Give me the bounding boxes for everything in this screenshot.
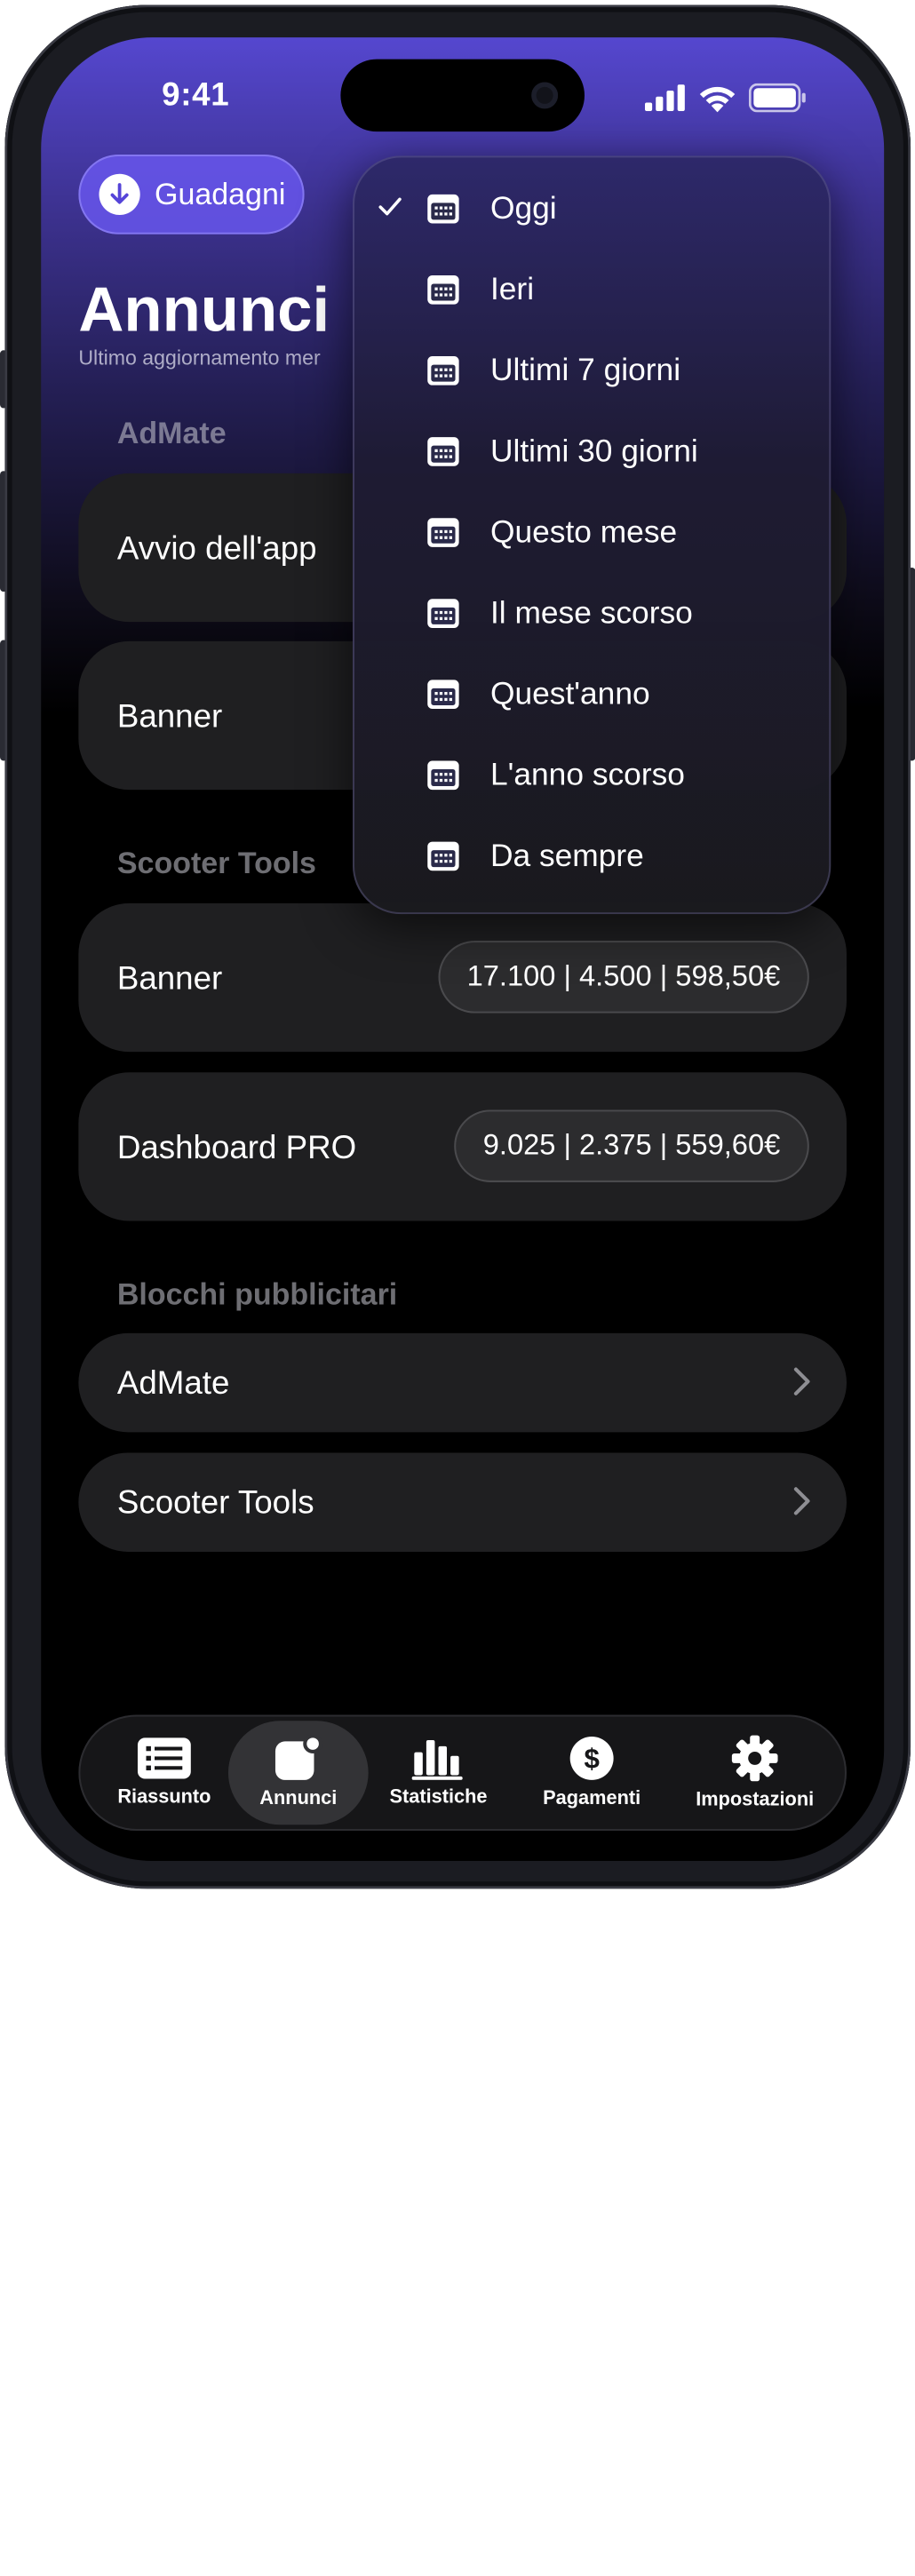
download-circle-icon <box>99 173 140 215</box>
ad-card-label: Banner <box>116 959 223 997</box>
date-range-menu: Oggi Ieri Ultimi 7 giorni Ultimi 30 gior… <box>352 155 831 915</box>
tab-label: Statistiche <box>389 1787 488 1809</box>
app-screen: 9:41 Guadagni Annunci Ultimo aggiornamen… <box>41 37 885 1861</box>
section-title-admate: AdMate <box>116 417 227 451</box>
menu-item-label: Ultimi 30 giorni <box>489 432 698 469</box>
tab-impostazioni[interactable]: Impostazioni <box>675 1714 834 1831</box>
gear-icon <box>731 1735 778 1782</box>
section-title-ad-blocks: Blocchi pubblicitari <box>116 1277 398 1312</box>
page-title: Annunci <box>78 274 330 346</box>
ad-card-label: Dashboard PRO <box>116 1129 357 1165</box>
calendar-icon <box>427 194 459 224</box>
menu-item-last-7-days[interactable]: Ultimi 7 giorni <box>353 331 831 412</box>
calendar-icon <box>427 437 459 466</box>
calendar-icon <box>427 356 459 386</box>
list-icon <box>137 1737 191 1779</box>
menu-item-this-year[interactable]: Quest'anno <box>353 655 831 735</box>
wifi-icon <box>699 86 736 112</box>
svg-text:$: $ <box>584 1743 599 1774</box>
menu-item-all-time[interactable]: Da sempre <box>353 816 831 897</box>
calendar-icon <box>427 599 459 628</box>
menu-item-last-year[interactable]: L'anno scorso <box>353 735 831 816</box>
ad-card-dashboard-pro[interactable]: Dashboard PRO 9.025 | 2.375 | 559,60€ <box>78 1072 847 1221</box>
ad-card-label: Avvio dell'app <box>116 529 317 567</box>
checkmark-icon <box>378 197 402 216</box>
chevron-right-icon <box>793 1367 810 1395</box>
ad-block-row-admate[interactable]: AdMate <box>78 1332 847 1433</box>
ad-block-label: Scooter Tools <box>116 1483 314 1521</box>
menu-item-label: Il mese scorso <box>489 593 693 631</box>
menu-item-label: Ultimi 7 giorni <box>489 351 681 388</box>
tab-label: Riassunto <box>117 1787 211 1809</box>
calendar-icon <box>427 760 459 791</box>
ads-icon <box>274 1735 322 1780</box>
status-time: 9:41 <box>162 76 230 113</box>
status-icons <box>644 83 807 113</box>
calendar-icon <box>427 274 459 305</box>
tab-pagamenti[interactable]: $ Pagamenti <box>520 1714 664 1831</box>
calendar-icon <box>427 518 459 547</box>
tab-label: Annunci <box>259 1788 338 1809</box>
tab-label: Impostazioni <box>696 1789 815 1810</box>
tab-statistiche[interactable]: Statistiche <box>372 1714 505 1831</box>
menu-item-last-30-days[interactable]: Ultimi 30 giorni <box>353 412 831 493</box>
stats-chip: 9.025 | 2.375 | 559,60€ <box>454 1109 809 1182</box>
menu-item-today[interactable]: Oggi <box>353 169 831 250</box>
ad-block-row-scooter-tools[interactable]: Scooter Tools <box>78 1452 847 1552</box>
menu-item-label: Questo mese <box>489 513 678 550</box>
bar-chart-icon <box>411 1740 463 1780</box>
tab-label: Pagamenti <box>543 1788 641 1809</box>
menu-item-label: Quest'anno <box>489 674 650 712</box>
calendar-icon <box>427 680 459 710</box>
camera-icon <box>531 82 559 109</box>
menu-item-label: Ieri <box>489 270 535 307</box>
signal-icon <box>644 84 685 112</box>
ad-block-label: AdMate <box>116 1364 230 1402</box>
ad-card-banner-scooter[interactable]: Banner 17.100 | 4.500 | 598,50€ <box>78 902 847 1053</box>
menu-item-yesterday[interactable]: Ieri <box>353 250 831 330</box>
chevron-right-icon <box>793 1487 810 1515</box>
earnings-button[interactable]: Guadagni <box>78 155 306 235</box>
phone-frame: 9:41 Guadagni Annunci Ultimo aggiornamen… <box>4 4 911 1889</box>
menu-item-label: Oggi <box>489 189 557 227</box>
menu-item-this-month[interactable]: Questo mese <box>353 493 831 574</box>
calendar-icon <box>427 841 459 871</box>
menu-item-label: L'anno scorso <box>489 756 685 792</box>
menu-item-label: Da sempre <box>489 837 644 873</box>
section-title-scooter-tools: Scooter Tools <box>116 847 316 881</box>
earnings-button-label: Guadagni <box>155 177 286 211</box>
menu-item-last-month[interactable]: Il mese scorso <box>353 574 831 655</box>
stats-chip: 17.100 | 4.500 | 598,50€ <box>438 941 809 1014</box>
battery-icon <box>748 83 806 113</box>
ad-card-label: Banner <box>116 697 223 735</box>
tab-bar: Riassunto Annunci Statistiche $ Pagament… <box>78 1714 847 1832</box>
last-updated-text: Ultimo aggiornamento mer <box>78 346 321 370</box>
dynamic-island <box>340 59 585 132</box>
tab-annunci[interactable]: Annunci <box>227 1721 369 1825</box>
tab-riassunto[interactable]: Riassunto <box>103 1714 227 1831</box>
dollar-icon: $ <box>569 1736 614 1780</box>
